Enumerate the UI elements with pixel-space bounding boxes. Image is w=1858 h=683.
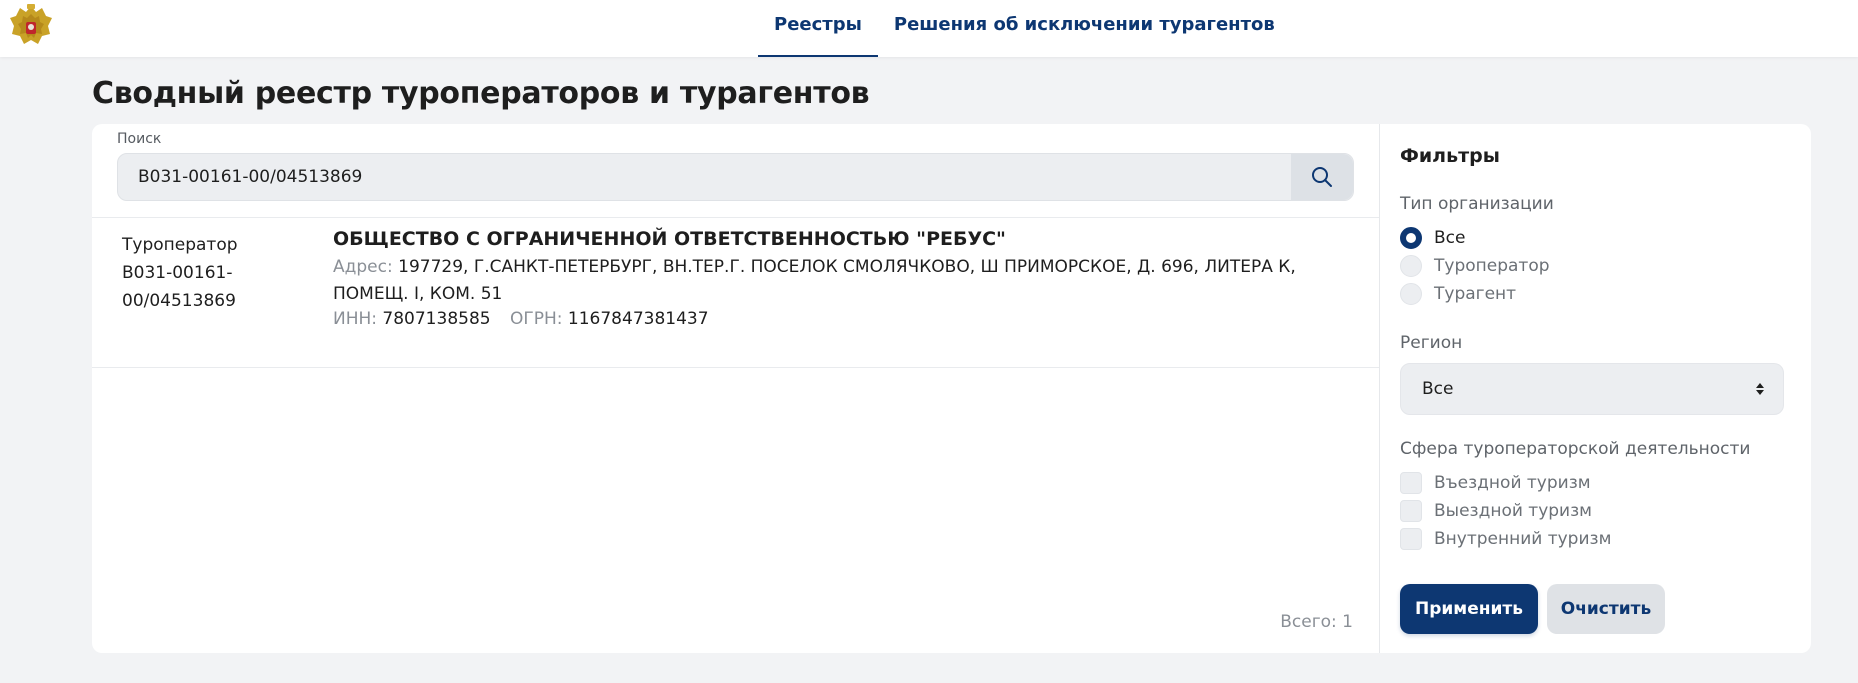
coat-of-arms-logo[interactable] [6, 2, 56, 52]
nav-tab-registries[interactable]: Реестры [758, 0, 878, 57]
main-nav: Реестры Решения об исключении турагентов [758, 0, 1291, 57]
sphere-option-domestic[interactable]: Внутренний туризм [1400, 527, 1611, 551]
search-button[interactable] [1291, 154, 1353, 200]
checkbox-icon [1400, 528, 1422, 550]
results-top-divider [92, 217, 1379, 218]
nav-tab-exclusion-decisions[interactable]: Решения об исключении турагентов [878, 0, 1291, 57]
filters-title: Фильтры [1400, 145, 1500, 167]
result-reg-number-line1: В031-00161- [122, 263, 233, 283]
ogrn-value: 1167847381437 [567, 309, 709, 329]
result-identifiers: ИНН: 7807138585 ОГРН: 1167847381437 [333, 309, 709, 329]
result-reg-number-line2: 00/04513869 [122, 291, 236, 311]
radio-icon [1400, 255, 1422, 277]
option-label: Выездной туризм [1434, 501, 1592, 521]
clear-button[interactable]: Очистить [1547, 584, 1665, 634]
sort-arrows-icon [1756, 383, 1764, 395]
org-type-option-travel-agent[interactable]: Турагент [1400, 282, 1516, 306]
org-type-option-all[interactable]: Все [1400, 226, 1465, 250]
option-label: Все [1434, 228, 1466, 248]
result-company-name[interactable]: ОБЩЕСТВО С ОГРАНИЧЕННОЙ ОТВЕТСТВЕННОСТЬЮ… [333, 228, 1006, 250]
search-icon [1312, 167, 1332, 187]
result-address: Адрес: 197729, Г.САНКТ-ПЕТЕРБУРГ, ВН.ТЕР… [333, 254, 1353, 308]
results-panel [92, 124, 1379, 653]
results-total: Всего: 1 [1280, 612, 1353, 632]
region-select[interactable]: Все [1400, 363, 1784, 415]
address-value: 197729, Г.САНКТ-ПЕТЕРБУРГ, ВН.ТЕР.Г. ПОС… [333, 257, 1296, 304]
option-label: Турагент [1434, 284, 1517, 304]
apply-button[interactable]: Применить [1400, 584, 1538, 634]
address-label: Адрес: [333, 257, 393, 277]
search-input[interactable] [138, 154, 1188, 200]
option-label: Въездной туризм [1434, 473, 1591, 493]
ogrn-label: ОГРН: [510, 309, 563, 329]
inn-label: ИНН: [333, 309, 378, 329]
inn-value: 7807138585 [382, 309, 491, 329]
result-type-and-number: Туроператор В031-00161- 00/04513869 [122, 231, 262, 315]
search-label: Поиск [117, 131, 162, 147]
checkbox-icon [1400, 472, 1422, 494]
radio-icon [1400, 283, 1422, 305]
checkbox-icon [1400, 500, 1422, 522]
org-type-label: Тип организации [1400, 194, 1554, 214]
option-label: Внутренний туризм [1434, 529, 1612, 549]
radio-selected-icon [1400, 227, 1422, 249]
top-bar: Реестры Решения об исключении турагентов [0, 0, 1858, 57]
page-title: Сводный реестр туроператоров и турагенто… [92, 76, 870, 111]
search-field [117, 153, 1354, 201]
sphere-option-inbound[interactable]: Въездной туризм [1400, 471, 1591, 495]
sphere-option-outbound[interactable]: Выездной туризм [1400, 499, 1592, 523]
result-type: Туроператор [122, 235, 238, 255]
region-label: Регион [1400, 333, 1463, 353]
option-label: Туроператор [1434, 256, 1550, 276]
sphere-label: Сфера туроператорской деятельности [1400, 439, 1751, 459]
region-select-value: Все [1422, 379, 1454, 399]
org-type-option-tour-operator[interactable]: Туроператор [1400, 254, 1550, 278]
results-bottom-divider [92, 367, 1379, 368]
